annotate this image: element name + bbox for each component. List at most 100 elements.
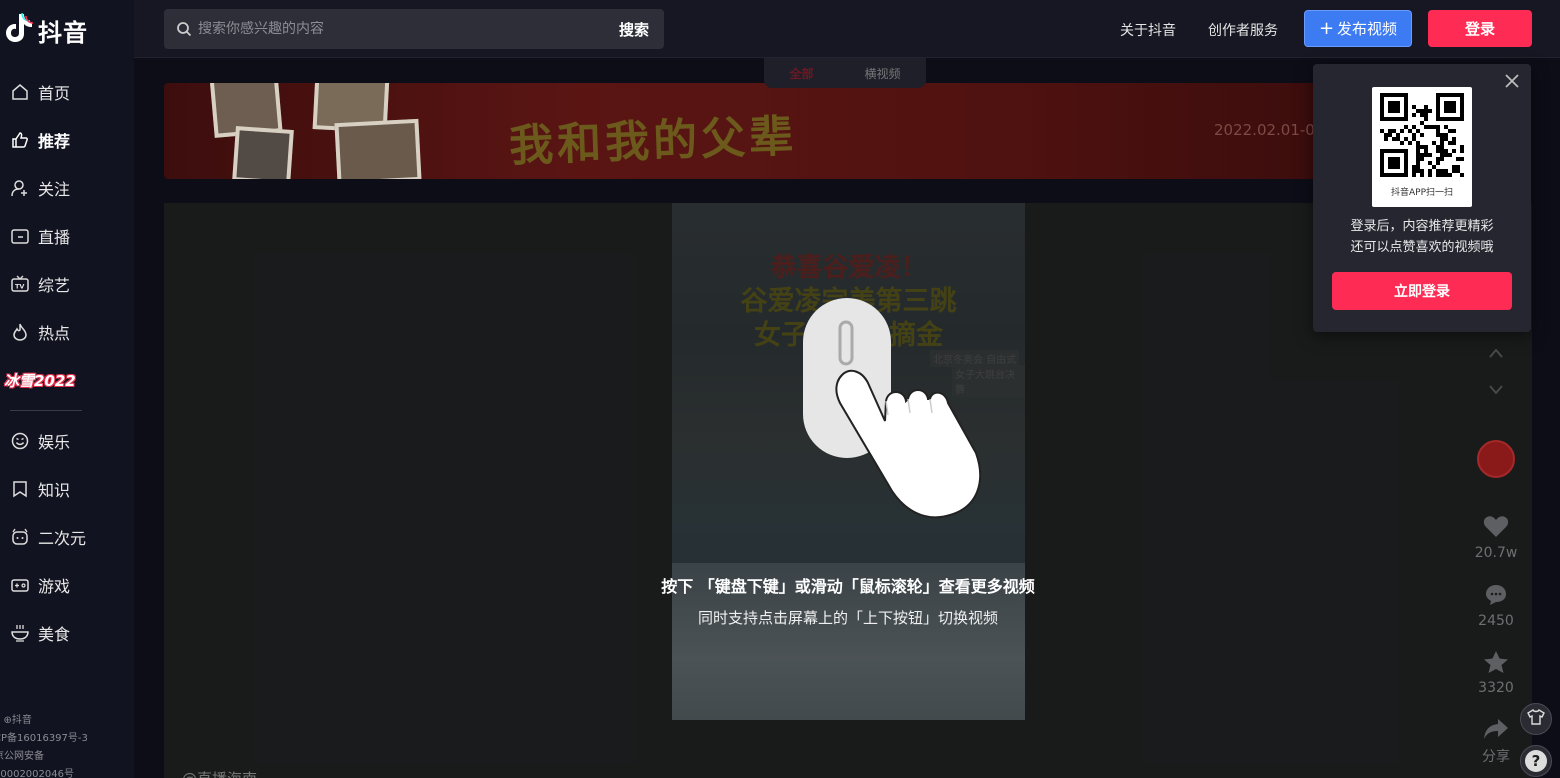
qr-code bbox=[1380, 93, 1464, 177]
sidebar-item-label: 知识 bbox=[38, 481, 71, 500]
sidebar-item-hot[interactable]: 热点 bbox=[0, 308, 134, 356]
alarm-icon bbox=[10, 527, 30, 547]
banner-title: 我和我的父辈 bbox=[508, 110, 798, 173]
mouse-scroll-hint-icon bbox=[803, 298, 982, 519]
scroll-hint-sub: 同时支持点击屏幕上的「上下按钮」切换视频 bbox=[697, 609, 998, 627]
feed-tabs: 全部 横视频 bbox=[764, 58, 926, 88]
bowl-icon bbox=[10, 623, 30, 643]
qr-label: 抖音APP扫一扫 bbox=[1390, 188, 1453, 198]
close-icon[interactable] bbox=[1503, 72, 1521, 90]
login-popup: 抖音APP扫一扫 登录后，内容推荐更精彩 还可以点赞喜欢的视频哦 立即登录 bbox=[1313, 64, 1531, 332]
author-avatar[interactable] bbox=[1477, 440, 1515, 478]
logo-text: 抖音 bbox=[38, 18, 88, 47]
sidebar-item-label: 首页 bbox=[38, 84, 71, 103]
header: 搜索 关于抖音 创作者服务 + 发布视频 登录 bbox=[134, 0, 1560, 58]
sidebar-divider bbox=[10, 410, 82, 411]
sidebar-footer: 2 ⊕抖音 CP备16016397号-3 京公网安备 00002002046号 bbox=[0, 712, 134, 778]
live-icon bbox=[10, 226, 30, 246]
search-bar: 搜索 bbox=[164, 9, 664, 49]
search-icon bbox=[176, 21, 192, 37]
bookmark-icon bbox=[10, 479, 30, 499]
sidebar-item-games[interactable]: 游戏 bbox=[0, 561, 134, 609]
sidebar-item-entertainment[interactable]: 娱乐 bbox=[0, 417, 134, 465]
logo[interactable]: 抖音 bbox=[4, 12, 88, 48]
sidebar-nav: 首页 推荐 关注 直播 TV 综艺 热点 冰雪2022 娱乐 知识 二次元 游戏… bbox=[0, 68, 134, 657]
sidebar-item-label: 二次元 bbox=[38, 529, 87, 548]
thumbs-up-icon bbox=[10, 130, 30, 150]
share-label: 分享 bbox=[1482, 749, 1510, 765]
sidebar: 抖音 首页 推荐 关注 直播 TV 综艺 热点 冰雪2022 娱乐 知识 二次元… bbox=[0, 0, 134, 778]
douyin-logo-icon bbox=[4, 12, 34, 48]
comment-icon bbox=[1484, 585, 1508, 611]
shirt-icon bbox=[1527, 709, 1545, 729]
theme-button[interactable] bbox=[1520, 703, 1552, 735]
sidebar-item-label: 综艺 bbox=[38, 276, 71, 295]
follow-user-icon bbox=[10, 178, 30, 198]
smiley-icon bbox=[10, 431, 30, 451]
sidebar-item-label: 关注 bbox=[38, 180, 71, 199]
sidebar-item-label: 直播 bbox=[38, 228, 71, 247]
tab-all[interactable]: 全部 bbox=[789, 65, 813, 82]
login-button[interactable]: 登录 bbox=[1428, 10, 1532, 47]
chevron-down-icon bbox=[1489, 380, 1503, 399]
upload-video-label: 发布视频 bbox=[1337, 20, 1398, 38]
tab-landscape-videos[interactable]: 横视频 bbox=[864, 65, 900, 82]
search-input[interactable] bbox=[198, 21, 604, 37]
share-button[interactable]: 分享 bbox=[1466, 718, 1526, 766]
svg-text:TV: TV bbox=[15, 283, 24, 291]
login-benefit-line: 还可以点赞喜欢的视频哦 bbox=[1350, 240, 1494, 255]
sidebar-item-label: 美食 bbox=[38, 625, 71, 644]
sidebar-item-home[interactable]: 首页 bbox=[0, 68, 134, 116]
creator-services-link[interactable]: 创作者服务 bbox=[1208, 20, 1278, 40]
star-icon bbox=[1483, 651, 1509, 678]
about-link[interactable]: 关于抖音 bbox=[1120, 20, 1176, 40]
like-button[interactable]: 20.7w bbox=[1466, 515, 1526, 561]
home-icon bbox=[10, 82, 30, 102]
login-now-button[interactable]: 立即登录 bbox=[1332, 272, 1512, 310]
sidebar-item-follow[interactable]: 关注 bbox=[0, 164, 134, 212]
icp-link[interactable]: CP备16016397号-3 bbox=[0, 730, 134, 748]
previous-video-button[interactable] bbox=[1480, 337, 1512, 367]
qr-code-card: 抖音APP扫一扫 bbox=[1372, 87, 1472, 207]
share-icon bbox=[1483, 719, 1509, 744]
sidebar-item-winter-games[interactable]: 冰雪2022 bbox=[0, 356, 134, 404]
search-button[interactable]: 搜索 bbox=[604, 19, 664, 40]
video-author[interactable]: @直播海南 bbox=[182, 768, 257, 778]
sidebar-item-knowledge[interactable]: 知识 bbox=[0, 465, 134, 513]
police-record-link[interactable]: 京公网安备 bbox=[0, 748, 134, 766]
comment-count: 2450 bbox=[1478, 613, 1514, 629]
heart-icon bbox=[1483, 516, 1509, 543]
tv-icon: TV bbox=[10, 274, 30, 294]
banner-photo bbox=[334, 118, 422, 179]
sidebar-item-label: 游戏 bbox=[38, 577, 71, 596]
banner-date: 2022.02.01-0 bbox=[1214, 121, 1315, 139]
sidebar-item-anime[interactable]: 二次元 bbox=[0, 513, 134, 561]
sidebar-item-live[interactable]: 直播 bbox=[0, 212, 134, 260]
winter-games-badge: 冰雪2022 bbox=[4, 371, 76, 390]
favorite-count: 3320 bbox=[1478, 680, 1514, 696]
comment-button[interactable]: 2450 bbox=[1466, 583, 1526, 629]
sidebar-item-food[interactable]: 美食 bbox=[0, 609, 134, 657]
scroll-hint-main: 按下 「键盘下键」或滑动「鼠标滚轮」查看更多视频 bbox=[661, 577, 1035, 596]
help-icon: ? bbox=[1525, 750, 1547, 772]
gamepad-icon bbox=[10, 575, 30, 595]
sidebar-item-label: 推荐 bbox=[38, 132, 71, 151]
promo-banner[interactable]: 我和我的父辈 2022.02.01-0 bbox=[164, 83, 1344, 179]
sidebar-item-variety[interactable]: TV 综艺 bbox=[0, 260, 134, 308]
like-count: 20.7w bbox=[1474, 545, 1518, 561]
police-record-number: 00002002046号 bbox=[0, 769, 74, 778]
sidebar-item-recommend[interactable]: 推荐 bbox=[0, 116, 134, 164]
banner-photo bbox=[232, 126, 294, 179]
sidebar-item-label: 热点 bbox=[38, 324, 71, 343]
help-button[interactable]: ? bbox=[1520, 745, 1552, 777]
plus-icon: + bbox=[1318, 17, 1335, 39]
next-video-button[interactable] bbox=[1480, 374, 1512, 404]
chevron-up-icon bbox=[1489, 343, 1503, 362]
sidebar-item-label: 娱乐 bbox=[38, 433, 71, 452]
flame-icon bbox=[10, 322, 30, 342]
favorite-button[interactable]: 3320 bbox=[1466, 650, 1526, 696]
copyright-text: 2 ⊕抖音 bbox=[0, 715, 32, 726]
login-benefit-line: 登录后，内容推荐更精彩 bbox=[1350, 219, 1494, 234]
login-benefits-text: 登录后，内容推荐更精彩 还可以点赞喜欢的视频哦 bbox=[1313, 216, 1531, 258]
upload-video-button[interactable]: + 发布视频 bbox=[1304, 10, 1412, 47]
